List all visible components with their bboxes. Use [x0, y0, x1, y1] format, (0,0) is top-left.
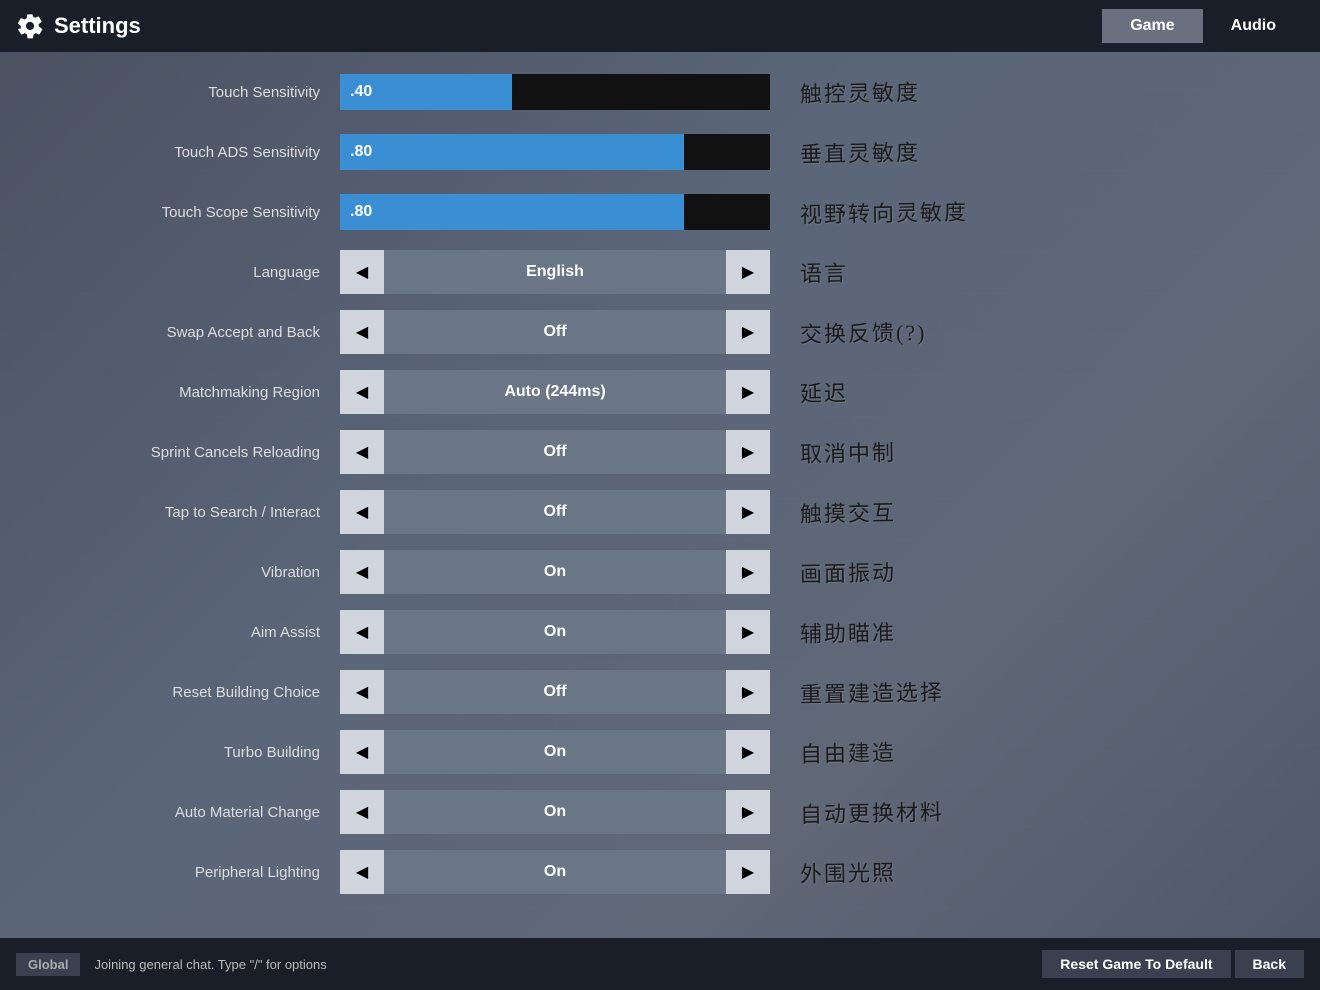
arrow-left-swap-accept-back[interactable]: ◀ — [340, 310, 384, 354]
footer-buttons: Reset Game To Default Back — [1042, 950, 1304, 978]
arrow-left-tap-to-search[interactable]: ◀ — [340, 490, 384, 534]
gear-icon — [16, 12, 44, 40]
setting-label-turbo-building: Turbo Building — [20, 744, 340, 761]
option-value-aim-assist: On — [384, 610, 726, 654]
arrow-left-peripheral-lighting[interactable]: ◀ — [340, 850, 384, 894]
chinese-label-auto-material-change: 自动更换材料 — [800, 795, 945, 830]
setting-row-vibration: Vibration◀On▶ 画面振动 — [0, 542, 1320, 602]
chinese-label-touch-sensitivity: 触控灵敏度 — [800, 75, 921, 109]
chinese-label-vibration: 画面振动 — [800, 555, 897, 589]
arrow-right-turbo-building[interactable]: ▶ — [726, 730, 770, 774]
footer: Global Joining general chat. Type "/" fo… — [0, 938, 1320, 990]
setting-row-touch-scope-sensitivity: Touch Scope Sensitivity .80 视野转向灵敏度 — [0, 182, 1320, 242]
setting-row-language: Language◀English▶ 语言 — [0, 242, 1320, 302]
header-title-area: Settings — [16, 12, 1102, 40]
arrow-left-auto-material-change[interactable]: ◀ — [340, 790, 384, 834]
global-badge: Global — [16, 953, 80, 976]
arrow-right-swap-accept-back[interactable]: ▶ — [726, 310, 770, 354]
arrow-left-language[interactable]: ◀ — [340, 250, 384, 294]
chinese-label-sprint-cancels-reloading: 取消中制 — [800, 435, 897, 469]
reset-game-button[interactable]: Reset Game To Default — [1042, 950, 1230, 978]
slider-track-touch-ads-sensitivity[interactable]: .80 — [340, 134, 770, 170]
option-value-matchmaking-region: Auto (244ms) — [384, 370, 726, 414]
chinese-label-tap-to-search: 触摸交互 — [800, 495, 897, 529]
arrow-right-peripheral-lighting[interactable]: ▶ — [726, 850, 770, 894]
setting-label-touch-ads-sensitivity: Touch ADS Sensitivity — [20, 144, 340, 161]
option-value-language: English — [384, 250, 726, 294]
setting-label-auto-material-change: Auto Material Change — [20, 804, 340, 821]
setting-label-swap-accept-back: Swap Accept and Back — [20, 324, 340, 341]
option-value-swap-accept-back: Off — [384, 310, 726, 354]
page-title: Settings — [54, 13, 141, 39]
option-value-reset-building-choice: Off — [384, 670, 726, 714]
setting-label-vibration: Vibration — [20, 564, 340, 581]
chinese-label-turbo-building: 自由建造 — [800, 735, 897, 769]
slider-track-touch-sensitivity[interactable]: .40 — [340, 74, 770, 110]
arrow-right-sprint-cancels-reloading[interactable]: ▶ — [726, 430, 770, 474]
chinese-label-peripheral-lighting: 外围光照 — [800, 855, 897, 889]
option-value-vibration: On — [384, 550, 726, 594]
setting-label-language: Language — [20, 264, 340, 281]
setting-row-tap-to-search: Tap to Search / Interact◀Off▶ 触摸交互 — [0, 482, 1320, 542]
slider-value-touch-sensitivity: .40 — [350, 83, 372, 101]
option-value-turbo-building: On — [384, 730, 726, 774]
settings-content: Touch Sensitivity .40 触控灵敏度 Touch ADS Sensi… — [0, 52, 1320, 938]
setting-row-peripheral-lighting: Peripheral Lighting◀On▶ 外围光照 — [0, 842, 1320, 902]
chinese-label-touch-ads-sensitivity: 垂直灵敏度 — [800, 135, 921, 169]
chinese-label-aim-assist: 辅助瞄准 — [800, 615, 897, 649]
option-value-peripheral-lighting: On — [384, 850, 726, 894]
setting-row-touch-ads-sensitivity: Touch ADS Sensitivity .80 垂直灵敏度 — [0, 122, 1320, 182]
chinese-label-language: 语言 — [800, 256, 849, 289]
slider-value-touch-scope-sensitivity: .80 — [350, 203, 372, 221]
arrow-left-turbo-building[interactable]: ◀ — [340, 730, 384, 774]
header-tabs: Game Audio — [1102, 9, 1304, 43]
arrow-right-language[interactable]: ▶ — [726, 250, 770, 294]
setting-label-aim-assist: Aim Assist — [20, 624, 340, 641]
setting-row-matchmaking-region: Matchmaking Region◀Auto (244ms)▶ 延迟 — [0, 362, 1320, 422]
header: Settings Game Audio — [0, 0, 1320, 52]
setting-row-turbo-building: Turbo Building◀On▶ 自由建造 — [0, 722, 1320, 782]
arrow-right-reset-building-choice[interactable]: ▶ — [726, 670, 770, 714]
chinese-label-touch-scope-sensitivity: 视野转向灵敏度 — [800, 195, 969, 230]
tab-audio[interactable]: Audio — [1203, 9, 1304, 43]
setting-label-tap-to-search: Tap to Search / Interact — [20, 504, 340, 521]
setting-row-swap-accept-back: Swap Accept and Back◀Off▶ 交换反馈(?) — [0, 302, 1320, 362]
setting-row-auto-material-change: Auto Material Change◀On▶ 自动更换材料 — [0, 782, 1320, 842]
arrow-left-aim-assist[interactable]: ◀ — [340, 610, 384, 654]
arrow-left-sprint-cancels-reloading[interactable]: ◀ — [340, 430, 384, 474]
setting-label-peripheral-lighting: Peripheral Lighting — [20, 864, 340, 881]
setting-row-sprint-cancels-reloading: Sprint Cancels Reloading◀Off▶ 取消中制 — [0, 422, 1320, 482]
setting-label-touch-scope-sensitivity: Touch Scope Sensitivity — [20, 204, 340, 221]
setting-row-touch-sensitivity: Touch Sensitivity .40 触控灵敏度 — [0, 62, 1320, 122]
arrow-left-reset-building-choice[interactable]: ◀ — [340, 670, 384, 714]
chinese-label-swap-accept-back: 交换反馈(?) — [800, 315, 927, 349]
back-button[interactable]: Back — [1235, 950, 1304, 978]
chinese-label-matchmaking-region: 延迟 — [800, 376, 849, 409]
setting-row-reset-building-choice: Reset Building Choice◀Off▶ 重置建造选择 — [0, 662, 1320, 722]
arrow-right-auto-material-change[interactable]: ▶ — [726, 790, 770, 834]
footer-chat: Joining general chat. Type "/" for optio… — [94, 957, 1042, 972]
chinese-label-reset-building-choice: 重置建造选择 — [800, 675, 945, 710]
option-value-sprint-cancels-reloading: Off — [384, 430, 726, 474]
arrow-right-aim-assist[interactable]: ▶ — [726, 610, 770, 654]
setting-label-touch-sensitivity: Touch Sensitivity — [20, 84, 340, 101]
tab-game[interactable]: Game — [1102, 9, 1202, 43]
arrow-right-matchmaking-region[interactable]: ▶ — [726, 370, 770, 414]
option-value-auto-material-change: On — [384, 790, 726, 834]
arrow-left-matchmaking-region[interactable]: ◀ — [340, 370, 384, 414]
setting-label-matchmaking-region: Matchmaking Region — [20, 384, 340, 401]
setting-label-reset-building-choice: Reset Building Choice — [20, 684, 340, 701]
slider-value-touch-ads-sensitivity: .80 — [350, 143, 372, 161]
setting-label-sprint-cancels-reloading: Sprint Cancels Reloading — [20, 444, 340, 461]
arrow-right-tap-to-search[interactable]: ▶ — [726, 490, 770, 534]
setting-row-aim-assist: Aim Assist◀On▶ 辅助瞄准 — [0, 602, 1320, 662]
option-value-tap-to-search: Off — [384, 490, 726, 534]
slider-track-touch-scope-sensitivity[interactable]: .80 — [340, 194, 770, 230]
arrow-right-vibration[interactable]: ▶ — [726, 550, 770, 594]
arrow-left-vibration[interactable]: ◀ — [340, 550, 384, 594]
